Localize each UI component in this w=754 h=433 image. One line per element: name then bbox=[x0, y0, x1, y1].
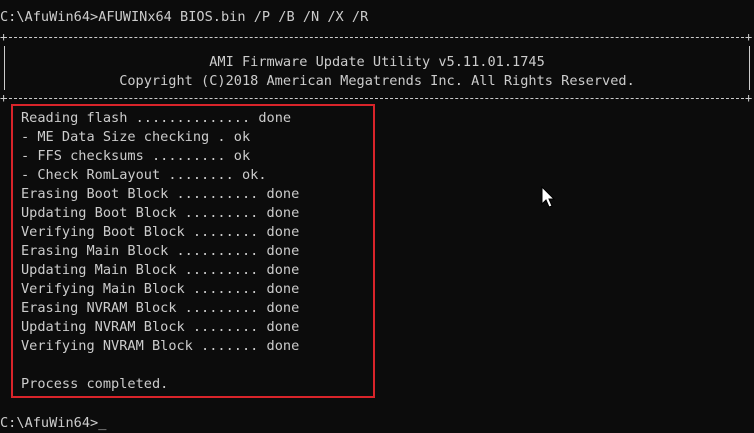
banner-corner-tr: + bbox=[745, 30, 753, 44]
process-completed: Process completed. bbox=[21, 376, 169, 392]
log-line: - Check RomLayout ........ ok. bbox=[21, 167, 267, 183]
log-line: Erasing Main Block .......... done bbox=[21, 243, 300, 259]
log-line: Reading flash .............. done bbox=[21, 110, 292, 126]
banner-top-border bbox=[4, 37, 749, 38]
banner-bottom-border bbox=[4, 98, 749, 99]
log-line: - ME Data Size checking . ok bbox=[21, 129, 251, 145]
log-line: Updating Boot Block ......... done bbox=[21, 205, 300, 221]
log-line: Erasing NVRAM Block ......... done bbox=[21, 300, 300, 316]
mouse-pointer-icon bbox=[541, 186, 556, 208]
log-line: Erasing Boot Block .......... done bbox=[21, 186, 300, 202]
command-line: C:\AfuWin64>AFUWINx64 BIOS.bin /P /B /N … bbox=[0, 9, 369, 25]
console-window[interactable]: C:\AfuWin64>AFUWINx64 BIOS.bin /P /B /N … bbox=[0, 0, 754, 431]
command-prompt[interactable]: C:\AfuWin64>_ bbox=[0, 414, 106, 433]
banner-title: AMI Firmware Update Utility v5.11.01.174… bbox=[209, 54, 545, 70]
banner-corner-br: + bbox=[745, 91, 753, 105]
banner-copyright: Copyright (C)2018 American Megatrends In… bbox=[119, 73, 635, 89]
log-line: Verifying NVRAM Block ....... done bbox=[21, 338, 300, 354]
log-line: Updating NVRAM Block ........ done bbox=[21, 319, 300, 335]
log-line: Updating Main Block ......... done bbox=[21, 262, 300, 278]
log-line: Verifying Boot Block ........ done bbox=[21, 224, 300, 240]
log-line: - FFS checksums ......... ok bbox=[21, 148, 251, 164]
log-line: Verifying Main Block ........ done bbox=[21, 281, 300, 297]
